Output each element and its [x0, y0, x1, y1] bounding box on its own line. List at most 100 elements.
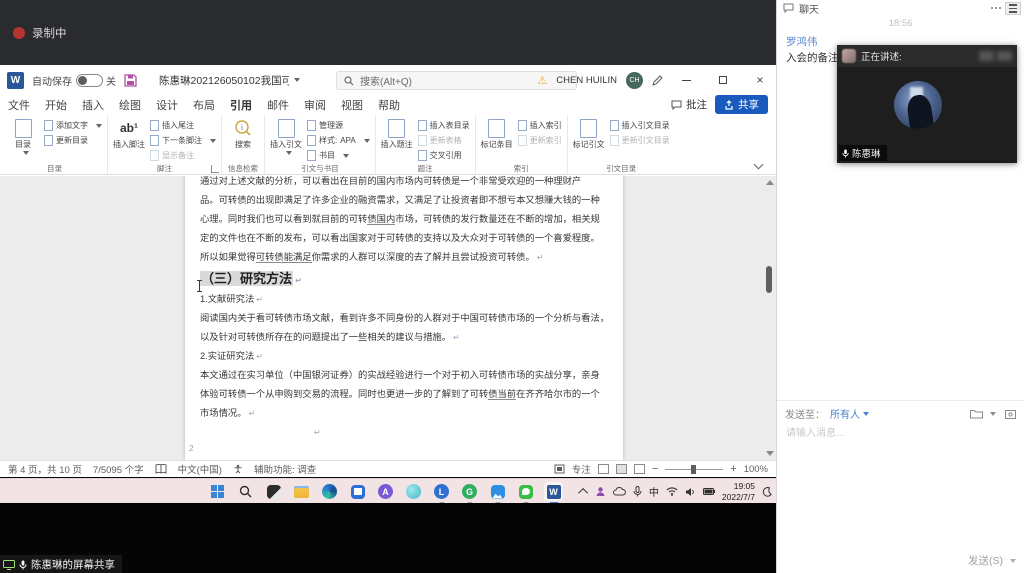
pencil-icon[interactable]	[652, 75, 663, 86]
screenshot-icon[interactable]	[1005, 409, 1016, 419]
search-button[interactable]	[236, 482, 255, 501]
doc-line: 1.文献研究法↵	[200, 290, 610, 309]
zoom-in-button[interactable]: +	[730, 463, 736, 475]
title-dropdown-icon[interactable]	[294, 78, 300, 82]
bibliography-button[interactable]: 书目	[307, 150, 370, 161]
mark-entry-button[interactable]: 标记条目	[481, 117, 513, 163]
menu-tab-引用[interactable]: 引用	[230, 97, 252, 113]
app-icon-teal[interactable]	[404, 482, 423, 501]
insert-footnote-button[interactable]: ab¹插入脚注	[113, 117, 145, 163]
start-button[interactable]	[208, 482, 227, 501]
menu-tab-插入[interactable]: 插入	[82, 97, 104, 113]
share-button[interactable]: 共享	[715, 95, 768, 114]
close-button[interactable]: ×	[746, 66, 774, 94]
zoom-slider[interactable]	[665, 469, 723, 470]
app-icon-green-g[interactable]: G	[460, 482, 479, 501]
clock[interactable]: 19:05 2022/7/7	[722, 481, 755, 502]
menu-tab-邮件[interactable]: 邮件	[267, 97, 289, 113]
document-page[interactable]: 通过对上述文献的分析，可以看出在目前的国内市场内可转债是一个非常受欢迎的一种理财…	[185, 176, 623, 460]
menu-tab-开始[interactable]: 开始	[45, 97, 67, 113]
store-icon[interactable]	[348, 482, 367, 501]
page-info[interactable]: 第 4 页，共 10 页	[8, 462, 82, 476]
read-mode-icon[interactable]	[598, 464, 609, 474]
word-taskbar-icon[interactable]: W	[544, 482, 563, 501]
accessibility-status[interactable]: 辅助功能: 调查	[254, 462, 316, 476]
focus-mode-button[interactable]: 专注	[572, 462, 591, 476]
file-explorer-icon[interactable]	[292, 482, 311, 501]
wechat-icon[interactable]	[516, 482, 535, 501]
insert-table-of-authorities-button[interactable]: 插入引文目录	[610, 120, 670, 131]
send-to-select[interactable]: 所有人	[830, 406, 869, 421]
insert-caption-button[interactable]: 插入题注	[381, 117, 413, 163]
tray-cloud-icon[interactable]	[613, 487, 626, 496]
cross-reference-button[interactable]: 交叉引用	[418, 150, 470, 161]
task-view-button[interactable]	[264, 482, 283, 501]
citation-style-select[interactable]: 样式:APA	[307, 135, 370, 146]
account-avatar[interactable]: CH	[626, 72, 643, 89]
autosave-toggle[interactable]	[76, 74, 103, 87]
chat-more-icon[interactable]	[991, 7, 1001, 9]
video-overlay-window[interactable]: 正在讲述: 陈惠琳	[837, 45, 1017, 163]
zoom-out-button[interactable]: −	[652, 463, 658, 475]
app-icon-purple[interactable]: A	[376, 482, 395, 501]
send-button[interactable]: 发送(S)	[968, 553, 1003, 568]
document-area[interactable]: 通过对上述文献的分析，可以看出在目前的国内市场内可转债是一个非常受欢迎的一种理财…	[0, 176, 776, 460]
chat-header: 聊天	[777, 0, 1024, 16]
next-footnote-button[interactable]: 下一条脚注	[150, 135, 216, 146]
scroll-down-icon[interactable]	[766, 451, 774, 456]
photos-icon[interactable]	[488, 482, 507, 501]
app-icon-blue-l[interactable]: L	[432, 482, 451, 501]
insert-index-button[interactable]: 插入索引	[518, 120, 562, 131]
battery-icon[interactable]	[703, 488, 715, 495]
vertical-scrollbar[interactable]	[764, 176, 775, 460]
menu-tab-审阅[interactable]: 审阅	[304, 97, 326, 113]
send-file-button[interactable]	[970, 409, 996, 419]
word-count[interactable]: 7/5095 个字	[93, 462, 144, 476]
menu-tab-布局[interactable]: 布局	[193, 97, 215, 113]
account-name[interactable]: CHEN HUILIN	[556, 75, 617, 86]
tray-chevron-up-icon[interactable]	[578, 488, 588, 498]
warning-icon[interactable]: ⚠	[537, 74, 547, 87]
web-layout-icon[interactable]	[634, 464, 645, 474]
proofing-icon[interactable]	[155, 464, 167, 474]
menu-tab-文件[interactable]: 文件	[8, 97, 30, 113]
edge-icon[interactable]	[320, 482, 339, 501]
menu-tab-设计[interactable]: 设计	[156, 97, 178, 113]
language-indicator[interactable]: 中文(中国)	[178, 462, 222, 476]
toc-button[interactable]: 目录	[7, 117, 39, 163]
print-layout-icon[interactable]	[616, 464, 627, 474]
comments-button[interactable]: 批注	[671, 97, 707, 112]
menu-tab-帮助[interactable]: 帮助	[378, 97, 400, 113]
manage-sources-button[interactable]: 管理源	[307, 120, 370, 131]
research-search-icon: i	[234, 119, 252, 138]
wifi-icon[interactable]	[666, 487, 678, 496]
volume-icon[interactable]	[685, 487, 696, 497]
tray-person-icon[interactable]	[595, 486, 606, 497]
collapse-ribbon-icon[interactable]	[754, 160, 764, 170]
notification-moon-icon[interactable]	[762, 487, 772, 497]
research-search-button[interactable]: i 搜索	[227, 117, 259, 163]
search-placeholder: 搜索(Alt+Q)	[360, 73, 412, 88]
zoom-level[interactable]: 100%	[744, 464, 768, 475]
document-title[interactable]: 陈惠琳202126050102我国可转债市场...	[159, 73, 289, 88]
menu-tab-绘图[interactable]: 绘图	[119, 97, 141, 113]
restore-button[interactable]	[709, 66, 737, 94]
tray-mic-icon[interactable]	[633, 486, 642, 497]
insert-citation-button[interactable]: 插入引文	[270, 117, 302, 163]
chat-sender-name[interactable]: 罗鸿伟	[786, 34, 818, 49]
update-toc-button[interactable]: 更新目录	[44, 135, 102, 146]
scrollbar-thumb[interactable]	[766, 266, 772, 293]
minimize-button[interactable]	[672, 66, 700, 94]
insert-table-of-figures-button[interactable]: 插入表目录	[418, 120, 470, 131]
add-text-button[interactable]: 添加文字	[44, 120, 102, 131]
zoom-slider-thumb[interactable]	[691, 465, 696, 474]
ime-indicator[interactable]: 中	[649, 484, 659, 499]
scroll-up-icon[interactable]	[766, 180, 774, 185]
mark-citation-button[interactable]: 标记引文	[573, 117, 605, 163]
chat-input[interactable]: 请输入消息...	[786, 424, 844, 439]
layout-toggle-icon[interactable]	[1005, 2, 1021, 15]
menu-tab-视图[interactable]: 视图	[341, 97, 363, 113]
send-options-icon[interactable]	[1010, 559, 1016, 563]
save-icon[interactable]	[124, 74, 137, 87]
insert-endnote-button[interactable]: 插入尾注	[150, 120, 216, 131]
